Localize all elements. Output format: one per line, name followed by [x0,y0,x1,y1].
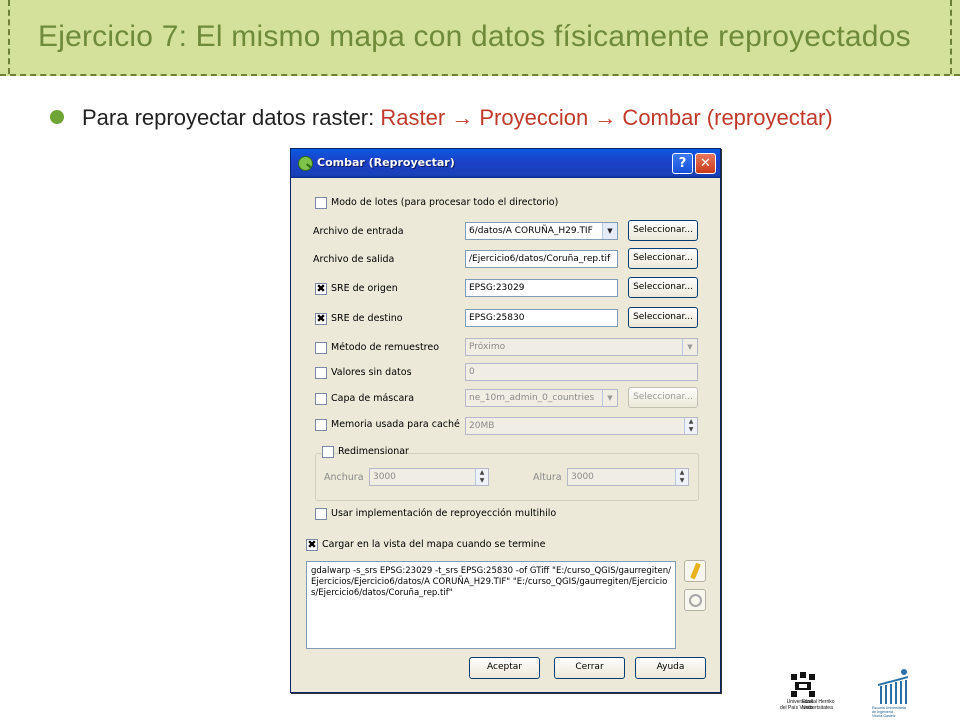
help-button[interactable]: Ayuda [635,657,706,679]
height-value: 3000 [571,472,594,482]
close-button[interactable]: Cerrar [554,657,625,679]
resize-legend: Redimensionar [321,445,409,459]
select-input-button[interactable]: Seleccionar... [628,220,698,241]
height-spinbox[interactable]: 3000 ▲ ▼ [567,468,689,486]
reset-icon [689,594,702,607]
target-srs-checkbox[interactable]: ✖ [315,313,327,325]
input-file-label: Archivo de entrada [313,226,404,237]
mask-layer-checkbox[interactable] [315,393,327,405]
ehu-name-eu: Euskal Herriko Unibertsitatea [802,699,835,711]
reset-command-button[interactable] [684,589,706,611]
title-dashed-border-left [8,0,10,74]
pencil-icon [690,562,701,580]
target-srs-label: SRE de destino [331,313,403,324]
menu-path: Raster → Proyeccion → Combar (reproyecta… [380,105,833,130]
input-file-combo[interactable]: 6/datos/A CORUÑA_H29.TIF ▼ [465,222,618,240]
load-map-checkbox[interactable]: ✖ [306,539,318,551]
batch-mode-checkbox[interactable] [315,197,327,209]
slide-title-band: Ejercicio 7: El mismo mapa con datos fís… [0,0,960,76]
close-title-button[interactable]: ✕ [695,153,716,174]
nodata-checkbox[interactable] [315,367,327,379]
cache-memory-value: 20MB [469,421,495,431]
input-file-value: 6/datos/A CORUÑA_H29.TIF [469,226,593,236]
dialog-title: Combar (Reproyectar) [317,156,455,169]
multithread-checkbox[interactable] [315,508,327,520]
source-srs-label: SRE de origen [331,283,398,294]
output-file-field[interactable]: /Ejercicio6/datos/Coruña_rep.tif [465,250,618,268]
select-output-button[interactable]: Seleccionar... [628,248,698,269]
multithread-label: Usar implementación de reproyección mult… [331,508,557,519]
chevron-down-icon[interactable]: ▼ [602,223,617,239]
resampling-value: Próximo [469,342,506,352]
ehu-logo: Universidad del País Vasco Euskal Herrik… [780,672,836,716]
command-textbox[interactable]: gdalwarp -s_srs EPSG:23029 -t_srs EPSG:2… [306,561,676,649]
mask-layer-combo[interactable]: ne_10m_admin_0_countries ▼ [465,389,618,407]
target-srs-field[interactable]: EPSG:25830 [465,309,618,327]
width-label: Anchura [324,472,364,483]
cache-memory-label: Memoria usada para caché [331,419,460,430]
bullet-prefix: Para reproyectar datos raster: [82,105,381,130]
chevron-down-icon[interactable]: ▼ [682,339,697,355]
nodata-label: Valores sin datos [331,367,412,378]
qgis-icon [298,156,313,171]
output-file-label: Archivo de salida [313,254,395,265]
resampling-checkbox[interactable] [315,342,327,354]
height-label: Altura [533,472,562,483]
source-srs-field[interactable]: EPSG:23029 [465,279,618,297]
resampling-label: Método de remuestreo [331,342,440,353]
spin-arrows-icon[interactable]: ▲ ▼ [675,469,688,485]
resize-label: Redimensionar [338,446,409,457]
mask-layer-value: ne_10m_admin_0_countries [469,393,595,403]
batch-mode-label: Modo de lotes (para procesar todo el dir… [331,197,559,208]
escuela-name: Escuela Universitaria de Ingeniería Vito… [872,706,906,719]
resampling-combo[interactable]: Próximo ▼ [465,338,698,356]
width-spinbox[interactable]: 3000 ▲ ▼ [369,468,489,486]
ehu-emblem-icon [791,672,815,697]
slide-title: Ejercicio 7: El mismo mapa con datos fís… [38,20,911,53]
select-mask-button[interactable]: Seleccionar... [628,387,698,408]
edit-command-button[interactable] [684,560,706,582]
resize-checkbox[interactable] [322,446,334,458]
spin-arrows-icon[interactable]: ▲ ▼ [475,469,488,485]
spin-arrows-icon[interactable]: ▲ ▼ [684,418,697,434]
load-map-label: Cargar en la vista del mapa cuando se te… [322,539,546,550]
cache-memory-spinbox[interactable]: 20MB ▲ ▼ [465,417,698,435]
escuela-emblem-icon [878,669,908,704]
bullet-text: Para reproyectar datos raster: Raster → … [82,102,924,133]
nodata-field[interactable]: 0 [465,363,698,381]
accept-button[interactable]: Aceptar [469,657,540,679]
source-srs-checkbox[interactable]: ✖ [315,283,327,295]
help-title-button[interactable]: ? [672,153,693,174]
chevron-down-icon[interactable]: ▼ [602,390,617,406]
width-value: 3000 [373,472,396,482]
bullet-dot [50,110,64,124]
dialog-titlebar[interactable]: Combar (Reproyectar) ? ✕ [291,149,720,178]
title-dashed-border-right [950,0,952,74]
warp-dialog: Combar (Reproyectar) ? ✕ Modo de lotes (… [290,148,721,693]
cache-memory-checkbox[interactable] [315,419,327,431]
select-source-srs-button[interactable]: Seleccionar... [628,277,698,298]
mask-layer-label: Capa de máscara [331,393,415,404]
select-target-srs-button[interactable]: Seleccionar... [628,307,698,328]
escuela-logo: Escuela Universitaria de Ingeniería Vito… [872,668,924,719]
